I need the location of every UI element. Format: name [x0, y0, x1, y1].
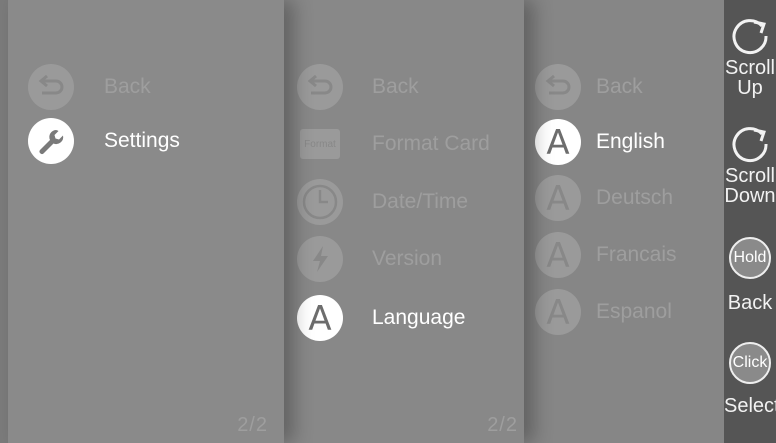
hold-icon: Hold	[729, 237, 771, 279]
menu-item-label: Date/Time	[372, 190, 469, 213]
menu-item-label: Back	[596, 75, 643, 98]
back-label: Back	[727, 292, 773, 314]
menu-item-english[interactable]: A English	[524, 116, 724, 168]
scroll-down-button[interactable]: Scroll Down	[724, 122, 776, 206]
letter-a-glyph: A	[546, 292, 570, 333]
device-screen: Back Settings 2/2 Back Format Format Car…	[0, 0, 776, 443]
menu-item-espanol[interactable]: A Espanol	[524, 286, 724, 338]
menu-item-version[interactable]: Version	[284, 233, 524, 285]
menu-item-label: Format Card	[372, 132, 490, 155]
menu-item-language[interactable]: A Language	[284, 292, 524, 344]
letter-a-glyph: A	[546, 235, 570, 276]
page-indicator: 2/2	[487, 414, 518, 436]
menu-item-label: Francais	[596, 243, 677, 266]
back-arrow-icon	[535, 64, 581, 110]
back-arrow-icon	[28, 64, 74, 110]
back-button[interactable]: Hold Back	[724, 237, 776, 313]
menu-item-back[interactable]: Back	[8, 61, 284, 113]
menu-item-deutsch[interactable]: A Deutsch	[524, 172, 724, 224]
select-button[interactable]: Click Select	[724, 342, 776, 416]
rotate-icon	[732, 127, 768, 163]
letter-a-icon: A	[297, 295, 343, 341]
menu-item-format-card[interactable]: Format Format Card	[284, 118, 524, 170]
letter-a-icon: A	[535, 289, 581, 335]
scroll-up-button[interactable]: Scroll Up	[724, 14, 776, 98]
menu-item-label: Deutsch	[596, 186, 674, 209]
menu-item-francais[interactable]: A Francais	[524, 229, 724, 281]
page-indicator: 2/2	[237, 414, 268, 436]
click-icon: Click	[729, 342, 771, 384]
language-menu-panel: Back A English A Deutsch A Francais A Es…	[524, 0, 724, 443]
wrench-icon	[28, 118, 74, 164]
menu-item-back[interactable]: Back	[284, 61, 524, 113]
lightning-icon	[297, 236, 343, 282]
scroll-up-label: Scroll Up	[724, 57, 775, 99]
select-label: Select	[724, 395, 776, 417]
letter-a-icon: A	[535, 232, 581, 278]
rotate-icon	[732, 19, 768, 55]
format-card-icon: Format	[297, 121, 343, 167]
main-menu-panel: Back Settings 2/2	[8, 0, 284, 443]
letter-a-glyph: A	[546, 178, 570, 219]
menu-item-date-time[interactable]: Date/Time	[284, 176, 524, 228]
letter-a-glyph: A	[546, 122, 570, 163]
menu-item-label: Version	[372, 247, 443, 270]
control-bar: Scroll Up Scroll Down Hold Back Click Se…	[724, 0, 776, 443]
menu-item-label: Espanol	[596, 300, 672, 323]
scroll-down-label: Scroll Down	[724, 165, 776, 207]
menu-item-label: Settings	[104, 129, 180, 152]
menu-item-settings[interactable]: Settings	[8, 115, 284, 167]
back-arrow-icon	[297, 64, 343, 110]
letter-a-glyph: A	[308, 298, 332, 339]
clock-icon	[297, 179, 343, 225]
menu-item-label: Back	[372, 75, 419, 98]
letter-a-icon: A	[535, 119, 581, 165]
format-card-icon-text: Format	[300, 129, 340, 159]
settings-menu-panel: Back Format Format Card Date/Time Versio…	[284, 0, 524, 443]
menu-item-label: English	[596, 130, 665, 153]
menu-item-label: Back	[104, 75, 151, 98]
menu-item-back[interactable]: Back	[524, 61, 724, 113]
menu-item-label: Language	[372, 306, 466, 329]
letter-a-icon: A	[535, 175, 581, 221]
